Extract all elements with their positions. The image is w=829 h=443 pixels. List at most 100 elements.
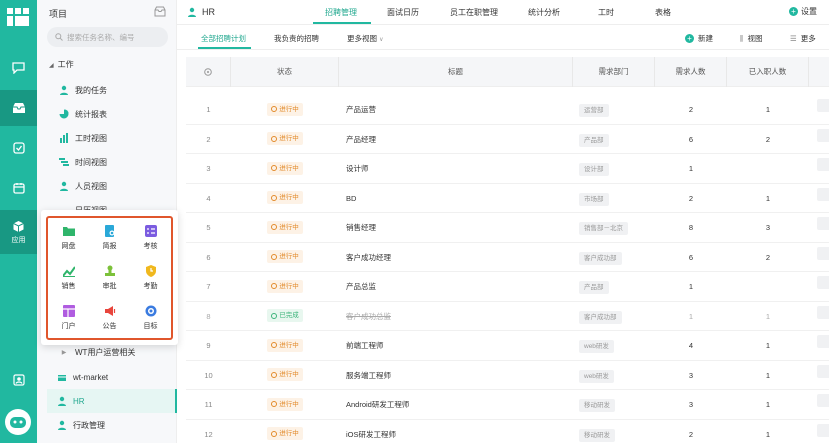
table-row[interactable]: 10 进行中 服务端工程师 web研发 3 1: [186, 361, 829, 390]
status-badge[interactable]: 进行中: [267, 132, 303, 145]
table-row[interactable]: 5 进行中 销售经理 销售部－北京 8 3: [186, 213, 829, 243]
view-more-views[interactable]: 更多视图 ∨: [347, 33, 384, 44]
rail-apps[interactable]: 应用: [0, 210, 37, 254]
sidebar-project-wt-market[interactable]: wt-market: [57, 365, 175, 389]
sidebar-item-my-tasks[interactable]: 我的任务: [59, 78, 177, 102]
select-all-column[interactable]: [186, 57, 231, 87]
clock-icon: [271, 106, 278, 112]
tab-table[interactable]: 表格: [655, 7, 671, 18]
status-badge[interactable]: 进行中: [267, 397, 303, 411]
status-text: 进行中: [279, 135, 299, 142]
status-cell: 进行中: [231, 420, 339, 443]
tab-employee-management[interactable]: 员工在职管理: [450, 7, 498, 18]
status-badge[interactable]: 进行中: [267, 102, 303, 116]
title-cell[interactable]: 产品总监: [346, 272, 572, 301]
robot-icon: [10, 417, 26, 428]
app-label: 销售: [61, 283, 76, 290]
title-cell[interactable]: 前端工程师: [346, 331, 572, 360]
archive-icon[interactable]: [154, 6, 166, 17]
title-cell[interactable]: BD: [346, 184, 572, 213]
sidebar-item-worktime[interactable]: 工时视图: [59, 126, 177, 150]
department-cell: 设计部: [573, 154, 655, 183]
title-cell[interactable]: 客户成功经理: [346, 243, 572, 272]
app-brief[interactable]: 简报: [89, 218, 130, 258]
status-badge[interactable]: 进行中: [267, 220, 303, 234]
status-badge[interactable]: 进行中: [267, 427, 303, 440]
view-button[interactable]: ⫼ 视图: [740, 33, 762, 44]
sidebar-item-label: 人员视图: [75, 181, 107, 191]
tab-statistics[interactable]: 统计分析: [528, 7, 560, 18]
status-badge[interactable]: 已完成: [267, 309, 303, 322]
table-row[interactable]: 6 进行中 客户成功经理 客户成功部 6 2: [186, 243, 829, 272]
section-work[interactable]: ◢ 工作: [49, 59, 74, 70]
sidebar-item-reports[interactable]: 统计报表: [59, 102, 177, 126]
logo-icon[interactable]: [7, 8, 29, 26]
rail-contacts[interactable]: [0, 362, 37, 398]
title-cell[interactable]: 产品经理: [346, 125, 572, 154]
title-cell[interactable]: 产品运营: [346, 95, 572, 124]
sidebar-item-people[interactable]: 人员视图: [59, 174, 177, 198]
column-title[interactable]: 标题: [339, 57, 573, 87]
sidebar-project-admin[interactable]: 行政管理: [57, 413, 175, 437]
status-badge[interactable]: 进行中: [267, 161, 303, 175]
rail-projects[interactable]: [0, 90, 37, 126]
app-approval[interactable]: 审批: [89, 258, 130, 298]
report-icon: [104, 225, 114, 237]
user-icon: [59, 181, 69, 191]
title-cell[interactable]: Android研发工程师: [346, 390, 572, 419]
view-my-recruitment[interactable]: 我负责的招聘: [274, 33, 319, 44]
app-drive[interactable]: 网盘: [48, 218, 89, 258]
rail-messages[interactable]: [0, 50, 37, 86]
tab-worktime[interactable]: 工时: [598, 7, 614, 18]
title-cell[interactable]: 客户成功总监: [346, 302, 572, 331]
table-row[interactable]: 12 进行中 iOS研发工程师 移动研发 2 1: [186, 420, 829, 443]
sidebar-project-hr[interactable]: HR: [47, 389, 177, 413]
needed-cell: 4: [688, 341, 694, 350]
sidebar-item-timeline[interactable]: 时间视图: [59, 150, 177, 174]
table-row[interactable]: 8 已完成 客户成功总监 客户成功部 1 1: [186, 302, 829, 331]
plus-icon: +: [685, 34, 694, 43]
tab-interview-calendar[interactable]: 面试日历: [387, 7, 419, 18]
status-badge[interactable]: 进行中: [267, 338, 303, 352]
column-overflow: [809, 57, 829, 87]
app-sales[interactable]: 销售: [48, 258, 89, 298]
column-needed[interactable]: 需求人数: [655, 57, 727, 87]
clock-icon: [271, 342, 278, 348]
title-cell[interactable]: iOS研发工程师: [346, 420, 572, 443]
status-badge[interactable]: 进行中: [267, 368, 303, 381]
table-row[interactable]: 4 进行中 BD 市场部 2 1: [186, 184, 829, 213]
clock-icon: [271, 135, 278, 142]
title-cell[interactable]: 设计师: [346, 154, 572, 183]
column-status[interactable]: 状态: [231, 57, 339, 87]
status-badge[interactable]: 进行中: [267, 191, 303, 204]
column-department[interactable]: 需求部门: [573, 57, 655, 87]
table-row[interactable]: 3 进行中 设计师 设计部 1: [186, 154, 829, 184]
title-cell[interactable]: 销售经理: [346, 213, 572, 242]
more-button[interactable]: ☰ 更多: [790, 33, 816, 44]
table-row[interactable]: 1 进行中 产品运营 运营部 2 1: [186, 95, 829, 125]
rail-tasks[interactable]: [0, 130, 37, 166]
table-row[interactable]: 2 进行中 产品经理 产品部 6 2: [186, 125, 829, 154]
column-hired[interactable]: 已入职人数: [727, 57, 809, 87]
app-assessment[interactable]: 考核: [130, 218, 171, 258]
avatar[interactable]: [5, 409, 31, 435]
bar-chart-icon: [59, 133, 69, 143]
app-goal[interactable]: 目标: [130, 298, 171, 338]
app-portal[interactable]: 门户: [48, 298, 89, 338]
new-button[interactable]: + 新建: [685, 33, 713, 44]
table-row[interactable]: 7 进行中 产品总监 产品部 1: [186, 272, 829, 302]
settings-button[interactable]: + 设置: [789, 6, 817, 17]
status-badge[interactable]: 进行中: [267, 250, 303, 263]
view-all-plans[interactable]: 全部招聘计划: [201, 33, 246, 44]
overflow-tag: [817, 423, 829, 437]
app-announcement[interactable]: 公告: [89, 298, 130, 338]
search-input[interactable]: 搜索任务名称、编号: [47, 27, 168, 47]
project-label: HR: [73, 396, 85, 406]
title-cell[interactable]: 服务端工程师: [346, 361, 572, 390]
tab-recruitment[interactable]: 招聘管理: [325, 7, 357, 18]
status-badge[interactable]: 进行中: [267, 279, 303, 293]
rail-calendar[interactable]: [0, 170, 37, 206]
app-attendance[interactable]: 考勤: [130, 258, 171, 298]
table-row[interactable]: 11 进行中 Android研发工程师 移动研发 3 1: [186, 390, 829, 420]
table-row[interactable]: 9 进行中 前端工程师 web研发 4 1: [186, 331, 829, 361]
